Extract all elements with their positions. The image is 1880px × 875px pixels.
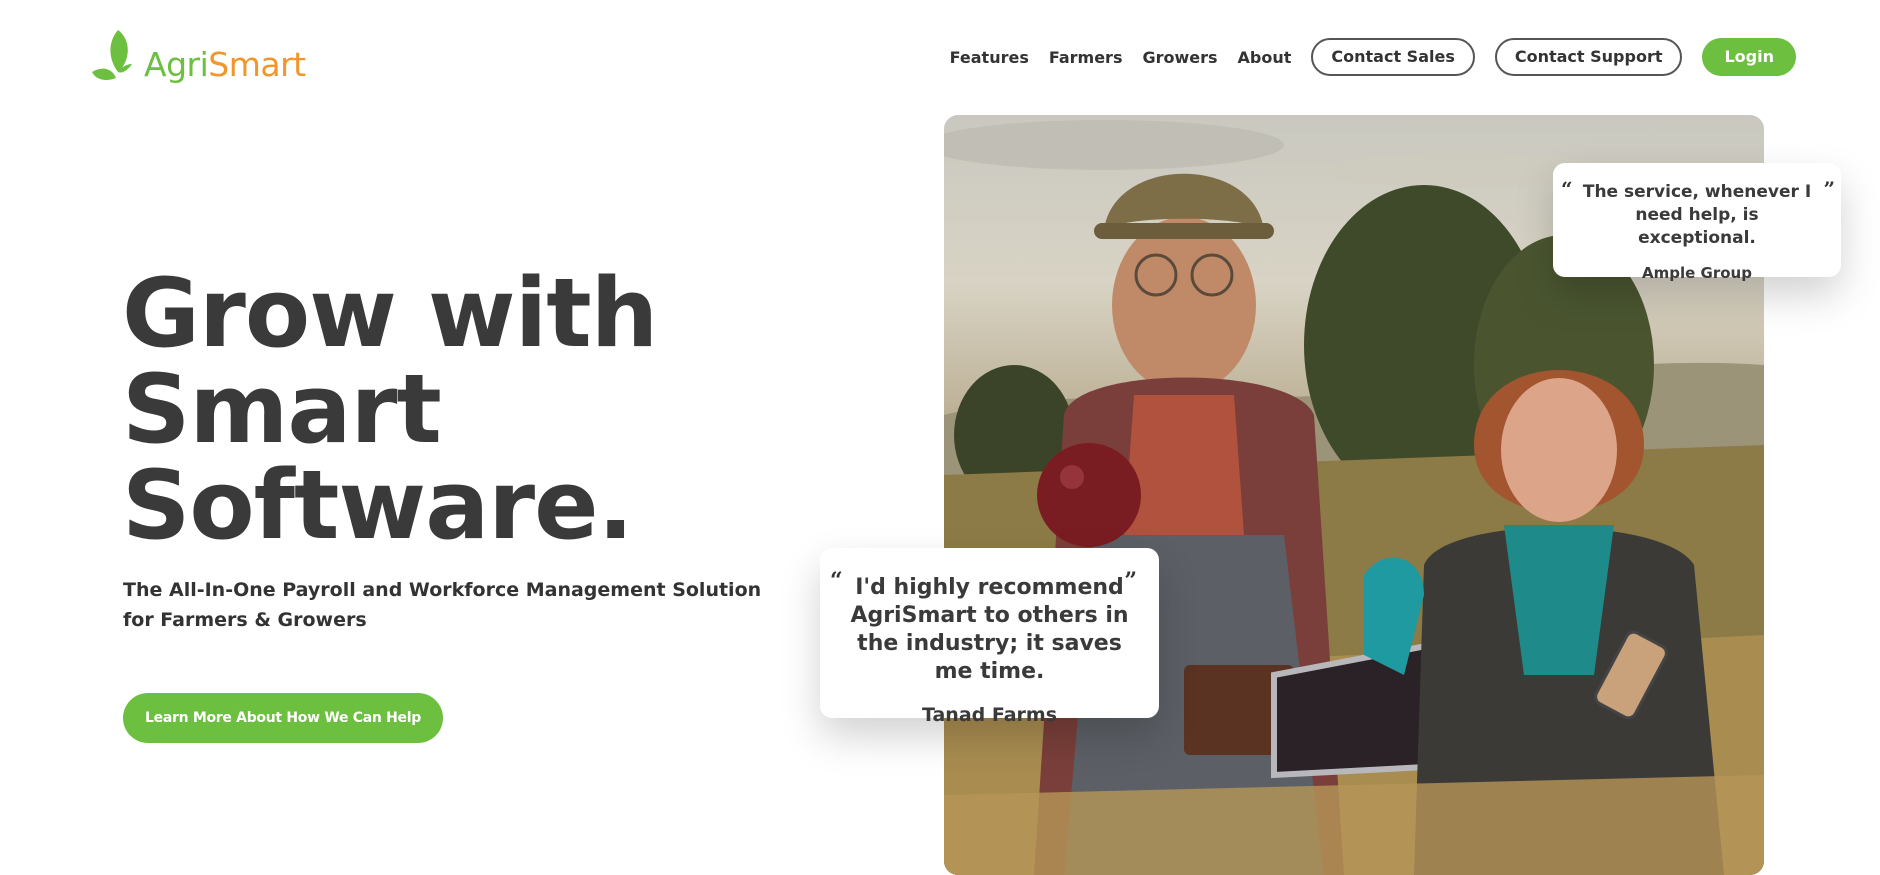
brand-logo[interactable]: AgriSmart [92,28,306,84]
hero-title-line: Software. [122,451,634,561]
hero-title: Grow with Smart Software. [122,266,742,554]
nav-link-farmers[interactable]: Farmers [1049,48,1123,67]
nav-link-features[interactable]: Features [950,48,1029,67]
hero-subtitle: The All-In-One Payroll and Workforce Man… [123,579,762,631]
learn-more-button[interactable]: Learn More About How We Can Help [123,693,443,743]
close-quote-icon: ” [1124,568,1137,594]
testimonial-author: Tanad Farms [921,704,1058,726]
nav-link-about[interactable]: About [1238,48,1292,67]
testimonial-author: Ample Group [1642,264,1752,282]
nav-link-growers[interactable]: Growers [1142,48,1217,67]
brand-name-agri: Agri [144,45,209,84]
open-quote-icon: “ [830,568,843,594]
main-nav: Features Farmers Growers About Contact S… [950,38,1796,76]
contact-support-button[interactable]: Contact Support [1494,38,1683,76]
brand-name-smart: Smart [208,45,306,84]
close-quote-icon: ” [1823,177,1835,201]
testimonial-card: “ ” The service, whenever I need help, i… [1553,163,1841,282]
testimonial-quote: The service, whenever I need help, is ex… [1582,182,1812,248]
hero-title-line: Grow with [122,259,658,369]
contact-sales-button[interactable]: Contact Sales [1311,38,1475,76]
login-button[interactable]: Login [1702,38,1796,76]
leaf-icon [92,30,132,80]
testimonial-card: “ ” I'd highly recommend AgriSmart to ot… [820,548,1159,726]
testimonial-quote: I'd highly recommend AgriSmart to others… [850,575,1129,684]
brand-name: AgriSmart [144,48,306,81]
open-quote-icon: “ [1561,177,1573,201]
hero-title-line: Smart [122,355,442,465]
